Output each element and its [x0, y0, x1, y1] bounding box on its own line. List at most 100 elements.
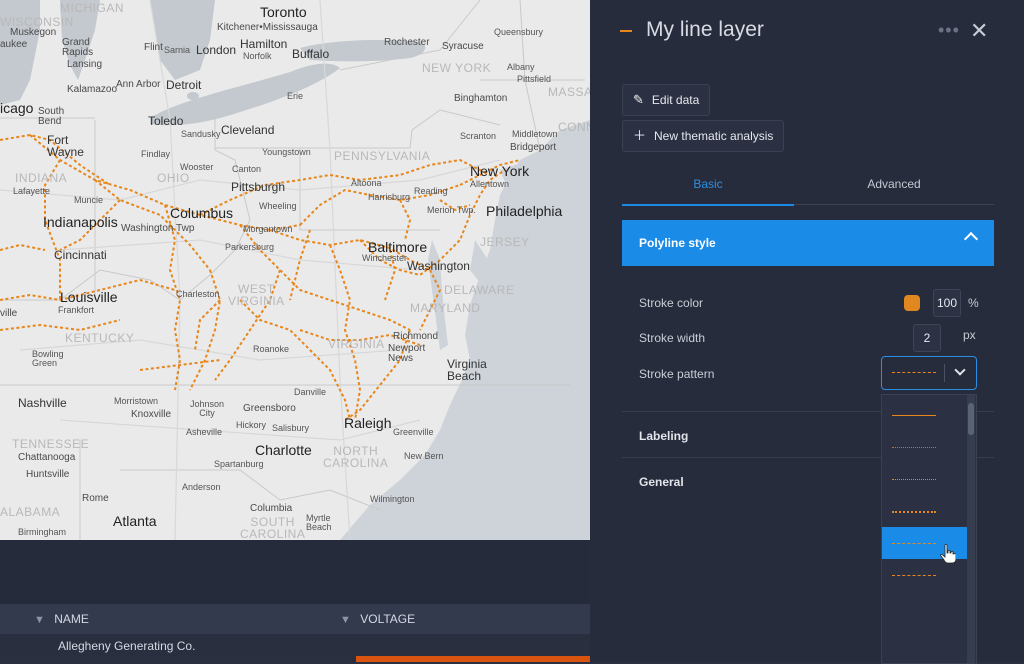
map-label: Ann Arbor	[116, 79, 161, 90]
map-label: Muskegon	[10, 27, 57, 38]
tab-basic[interactable]: Basic	[622, 170, 794, 206]
map-label: Nashville	[18, 396, 67, 410]
map-label: ville	[0, 308, 18, 319]
new-thematic-analysis-button[interactable]: ＋ New thematic analysis	[622, 120, 785, 152]
map-label: Philadelphia	[486, 203, 563, 219]
stroke-pattern-dropdown	[881, 394, 977, 664]
map-label: Buffalo	[292, 47, 330, 61]
map-label: Syracuse	[442, 41, 484, 52]
map-label: Bridgeport	[510, 142, 557, 153]
dropdown-scrollbar[interactable]	[967, 395, 975, 663]
pattern-option-dotted-fine[interactable]	[882, 431, 967, 463]
map-label: Cleveland	[221, 123, 275, 137]
filter-icon[interactable]: ▼	[34, 614, 45, 626]
tab-advanced[interactable]: Advanced	[794, 170, 994, 205]
map-label: Anderson	[182, 482, 221, 492]
map-label: Washington Twp	[121, 223, 195, 234]
map-label: Morgantown	[243, 224, 293, 234]
map-label: Canton	[232, 164, 262, 174]
map-label: Erie	[287, 91, 304, 101]
line-layer-icon	[620, 30, 632, 32]
plus-icon: ＋	[633, 128, 647, 143]
map-label: Sarnia	[164, 45, 191, 55]
map-label: Wooster	[180, 162, 214, 172]
layer-panel: My line layer ••• ✕ ✎ Edit data ＋ New them…	[590, 0, 1024, 664]
attribute-table: ▼ NAME ▼ VOLTAGE Allegheny Generating Co…	[0, 540, 590, 662]
map-label: Scranton	[460, 131, 497, 141]
map-label: Grand Rapids	[62, 37, 94, 58]
stroke-color-label: Stroke color	[639, 296, 704, 310]
pattern-option-dotted[interactable]	[882, 463, 967, 495]
map-label: Youngstown	[262, 147, 311, 157]
map-label: OHIO	[157, 171, 190, 185]
map-label: Binghamton	[454, 93, 508, 104]
more-horizontal-icon[interactable]: •••	[938, 20, 960, 41]
map-label: Pittsburgh	[231, 180, 286, 194]
map-label: Frankfort	[58, 305, 95, 315]
map-label: Middletown	[512, 129, 558, 139]
map-label: Norfolk	[243, 51, 272, 61]
map-label: Flint	[144, 42, 163, 53]
map-label: MARYLAND	[410, 301, 481, 315]
layer-title: My line layer	[646, 18, 764, 41]
map-label: Altoona	[351, 178, 382, 188]
opacity-unit: %	[968, 296, 979, 310]
map-label: KENTUCKY	[65, 331, 135, 345]
map-label: Queensbury	[494, 27, 544, 37]
map-label: Richmond	[393, 331, 439, 342]
scrollbar-thumb[interactable]	[968, 403, 974, 435]
map-label: icago	[0, 100, 34, 116]
map-label: Detroit	[166, 78, 202, 92]
map-label: MASSA	[548, 85, 590, 99]
column-header-name[interactable]: ▼ NAME	[34, 604, 89, 634]
edit-data-button[interactable]: ✎ Edit data	[622, 84, 711, 116]
map-label: Washington	[407, 259, 470, 273]
map-label: Rochester	[384, 37, 430, 48]
map-label: Louisville	[60, 289, 118, 305]
map-label: New York	[470, 163, 530, 179]
pattern-option-solid[interactable]	[882, 399, 967, 431]
close-icon[interactable]: ✕	[970, 18, 988, 44]
map-label: Pittsfield	[517, 74, 552, 84]
map-label: Kalamazoo	[67, 84, 118, 95]
map-label: Greenville	[393, 427, 434, 437]
map-label: Huntsville	[26, 469, 70, 480]
voltage-bar	[356, 656, 590, 662]
map-label: Roanoke	[253, 344, 290, 354]
map-label: South Bend	[38, 106, 65, 127]
map-label: SOUTH CAROLINA	[240, 515, 306, 540]
map-view[interactable]: MICHIGAN WISCONSIN Toronto Kitchener•Mis…	[0, 0, 590, 540]
pattern-option-dashed-xlong[interactable]	[882, 623, 967, 655]
map-label: Chattanooga	[18, 452, 76, 463]
line-layer-features	[0, 133, 521, 421]
pattern-option-dashed-long[interactable]	[882, 591, 967, 623]
column-header-voltage[interactable]: ▼ VOLTAGE	[340, 604, 415, 634]
map-label: New Bern	[404, 451, 444, 461]
map-label: Albany	[507, 62, 535, 72]
map-label: Merion Twp.	[427, 205, 476, 215]
map-label: Baltimore	[368, 239, 428, 255]
pattern-option-dotted-dense[interactable]	[882, 495, 967, 527]
stroke-pattern-select[interactable]	[881, 356, 977, 390]
stroke-color-swatch[interactable]	[904, 295, 920, 311]
stroke-width-input[interactable]: 2	[913, 324, 941, 352]
map-label: Fort Wayne	[47, 133, 84, 159]
stroke-opacity-input[interactable]: 100	[933, 289, 961, 317]
map-base	[0, 0, 590, 540]
table-cell[interactable]: Allegheny Generating Co.	[58, 639, 195, 653]
map-label: Allentown	[470, 179, 510, 189]
map-label: Winchester	[362, 253, 408, 263]
polyline-style-section-header[interactable]: Polyline style	[622, 220, 994, 266]
map-label: Parkersburg	[225, 242, 275, 252]
filter-icon[interactable]: ▼	[340, 614, 351, 626]
map-label: Asheville	[186, 427, 223, 437]
map-label: NEW YORK	[422, 61, 492, 75]
map-label: Toledo	[148, 114, 184, 128]
map-label: Greensboro	[243, 403, 296, 414]
map-label: Kitchener•Mississauga	[217, 22, 318, 33]
map-label: JERSEY	[480, 235, 530, 249]
map-label: Knoxville	[131, 409, 172, 420]
stroke-pattern-label: Stroke pattern	[639, 367, 715, 381]
hand-cursor-icon	[940, 544, 956, 564]
map-label: Reading	[414, 186, 448, 196]
